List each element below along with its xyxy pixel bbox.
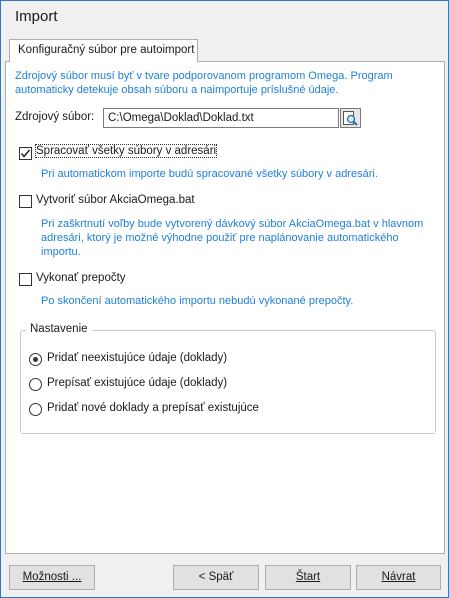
- add-and-overwrite-radio[interactable]: [29, 403, 42, 416]
- source-file-label: Zdrojový súbor:: [15, 111, 95, 123]
- overwrite-existing-label[interactable]: Prepísať existujúce údaje (doklady): [47, 377, 227, 389]
- perform-recalc-label[interactable]: Vykonať prepočty: [36, 272, 126, 284]
- window-title: Import: [15, 8, 58, 25]
- checkmark-icon: [20, 149, 31, 158]
- create-bat-file-label[interactable]: Vytvoriť súbor AkciaOmega.bat: [36, 194, 195, 206]
- start-button[interactable]: Štart: [265, 565, 351, 590]
- perform-recalc-hint: Po skončení automatického importu nebudú…: [41, 295, 354, 307]
- start-button-label: Štart: [295, 571, 321, 583]
- back-button-label: < Späť: [198, 571, 234, 583]
- process-all-files-label[interactable]: Spracovať všetky súbory v adresári: [34, 144, 218, 158]
- return-button-label: Návrat: [381, 571, 416, 583]
- tab-autoimport-config[interactable]: Konfiguračný súbor pre autoimport: [9, 39, 198, 62]
- tab-panel: Zdrojový súbor musí byť v tvare podporov…: [5, 61, 445, 554]
- browse-file-button[interactable]: [340, 108, 361, 128]
- source-file-input[interactable]: C:\Omega\Doklad\Doklad.txt: [103, 108, 339, 128]
- create-bat-file-hint: Pri zaškrtnutí voľby bude vytvorený dávk…: [41, 218, 424, 258]
- perform-recalc-checkbox[interactable]: [19, 273, 32, 286]
- add-and-overwrite-label[interactable]: Pridať nové doklady a prepísať existujúc…: [47, 402, 259, 414]
- overwrite-existing-radio[interactable]: [29, 378, 42, 391]
- process-all-files-hint: Pri automatickom importe budú spracované…: [41, 168, 378, 180]
- return-button[interactable]: Návrat: [356, 565, 441, 590]
- add-missing-label[interactable]: Pridať neexistujúce údaje (doklady): [47, 352, 227, 364]
- intro-info-text: Zdrojový súbor musí byť v tvare podporov…: [15, 70, 393, 96]
- import-dialog: Import Konfiguračný súbor pre autoimport…: [0, 0, 449, 598]
- settings-group-title: Nastavenie: [26, 323, 92, 335]
- options-button[interactable]: Možnosti ...: [9, 565, 95, 590]
- create-bat-file-checkbox[interactable]: [19, 195, 32, 208]
- options-button-label: Možnosti ...: [22, 571, 82, 583]
- process-all-files-checkbox[interactable]: [19, 147, 32, 160]
- add-missing-radio[interactable]: [29, 353, 42, 366]
- back-button[interactable]: < Späť: [173, 565, 259, 590]
- browse-file-icon: [343, 110, 358, 126]
